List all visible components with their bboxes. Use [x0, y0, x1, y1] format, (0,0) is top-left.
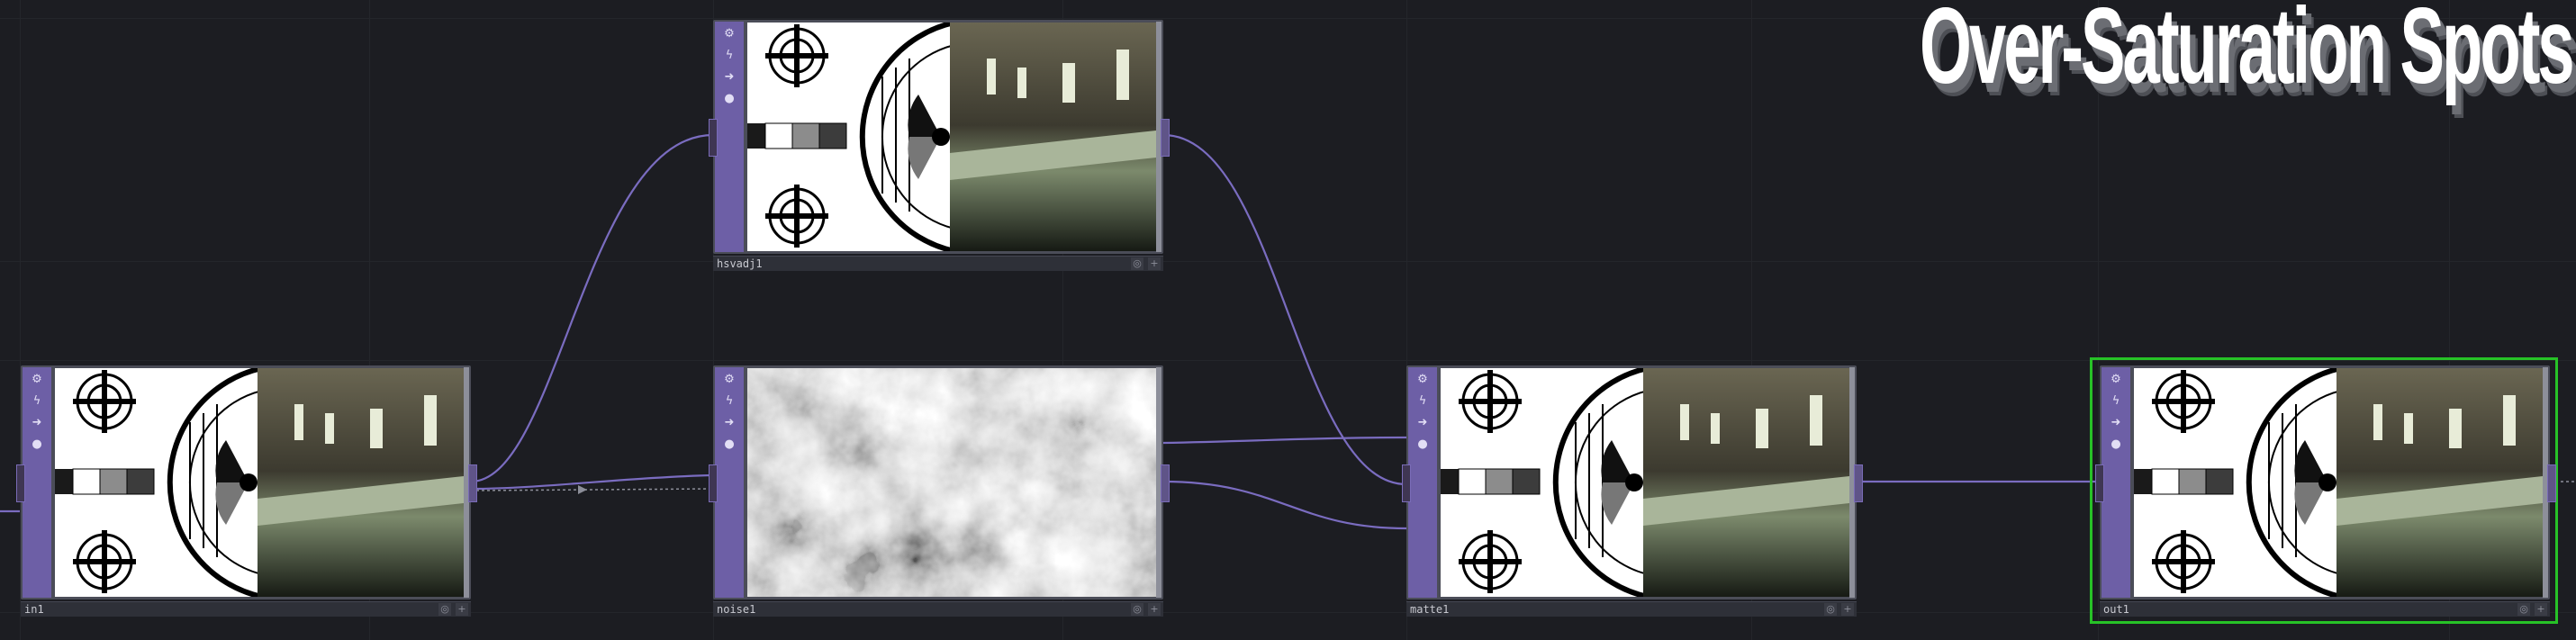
test-pattern-preview: [2134, 368, 2543, 597]
node-add-icon[interactable]: +: [1841, 603, 1854, 616]
node-hsvadj1[interactable]: ⚙ ϟ ➜ ● hsvadj1 ◎ +: [709, 20, 1170, 272]
gear-icon[interactable]: ⚙: [722, 27, 737, 41]
output-port[interactable]: [1161, 119, 1170, 157]
lightning-icon[interactable]: ϟ: [722, 49, 737, 63]
node-frame: ⚙ ϟ ➜ ●: [713, 20, 1163, 254]
input-port[interactable]: [709, 464, 718, 502]
input-port[interactable]: [1402, 464, 1411, 502]
wire-hsvadj1-matte1: [1162, 133, 1407, 486]
node-display-toggle-icon[interactable]: ◎: [2517, 603, 2530, 616]
node-matte1[interactable]: ⚙ ϟ ➜ ● matte1 ◎ +: [1402, 365, 1863, 617]
wire-arrow-icon: [578, 485, 587, 494]
wire-in1-noise1-dotted: [470, 488, 714, 491]
node-add-icon[interactable]: +: [1148, 603, 1161, 616]
output-port[interactable]: [2547, 464, 2556, 502]
node-footer: hsvadj1 ◎ +: [713, 256, 1163, 271]
node-add-icon[interactable]: +: [2535, 603, 2547, 616]
node-footer: out1 ◎ +: [2100, 601, 2550, 617]
wire-in1-hsvadj1: [470, 133, 714, 483]
gear-icon[interactable]: ⚙: [2109, 373, 2123, 387]
node-footer: matte1 ◎ +: [1406, 601, 1857, 617]
node-out1[interactable]: ⚙ ϟ ➜ ● out1 ◎ +: [2095, 365, 2556, 617]
node-display-toggle-icon[interactable]: ◎: [1824, 603, 1837, 616]
input-port[interactable]: [16, 464, 25, 502]
lightning-icon[interactable]: ϟ: [1415, 394, 1430, 409]
node-icon-strip: ⚙ ϟ ➜ ●: [1408, 367, 1437, 598]
node-add-icon[interactable]: +: [1148, 257, 1161, 270]
node-name-label[interactable]: out1: [2103, 603, 2129, 616]
drop-icon[interactable]: ●: [1415, 437, 1430, 452]
node-display-toggle-icon[interactable]: ◎: [1131, 603, 1143, 616]
lightning-icon[interactable]: ϟ: [722, 394, 737, 409]
node-in1[interactable]: ⚙ ϟ ➜ ● in1 ◎ +: [16, 365, 477, 617]
arrow-icon[interactable]: ➜: [2109, 416, 2123, 430]
node-frame: ⚙ ϟ ➜ ●: [1406, 365, 1857, 599]
node-icon-strip: ⚙ ϟ ➜ ●: [23, 367, 51, 598]
arrow-icon[interactable]: ➜: [722, 70, 737, 85]
output-port[interactable]: [1854, 464, 1863, 502]
wire-noise1-matte1-b: [1162, 480, 1407, 530]
arrow-icon[interactable]: ➜: [30, 416, 44, 430]
node-noise1[interactable]: ⚙ ϟ ➜ ● noise1 ◎ +: [709, 365, 1170, 617]
node-frame: ⚙ ϟ ➜ ●: [21, 365, 471, 599]
lightning-icon[interactable]: ϟ: [2109, 394, 2123, 409]
node-name-label[interactable]: hsvadj1: [717, 257, 763, 270]
wire-noise1-matte1-a: [1162, 436, 1407, 445]
gear-icon[interactable]: ⚙: [722, 373, 737, 387]
node-display-toggle-icon[interactable]: ◎: [438, 603, 451, 616]
gear-icon[interactable]: ⚙: [30, 373, 44, 387]
node-icon-strip: ⚙ ϟ ➜ ●: [2101, 367, 2130, 598]
input-port[interactable]: [709, 119, 718, 157]
arrow-icon[interactable]: ➜: [722, 416, 737, 430]
node-footer: noise1 ◎ +: [713, 601, 1163, 617]
output-port[interactable]: [1161, 464, 1170, 502]
test-pattern-preview: [1441, 368, 1849, 597]
drop-icon[interactable]: ●: [722, 437, 737, 452]
gear-icon[interactable]: ⚙: [1415, 373, 1430, 387]
page-title: Over-Saturation Spots: [1920, 0, 2576, 106]
drop-icon[interactable]: ●: [30, 437, 44, 452]
drop-icon[interactable]: ●: [2109, 437, 2123, 452]
node-frame: ⚙ ϟ ➜ ●: [2100, 365, 2550, 599]
test-pattern-preview: [747, 23, 1156, 251]
node-display-toggle-icon[interactable]: ◎: [1131, 257, 1143, 270]
node-icon-strip: ⚙ ϟ ➜ ●: [715, 22, 744, 252]
output-port[interactable]: [468, 464, 477, 502]
node-name-label[interactable]: noise1: [717, 603, 755, 616]
drop-icon[interactable]: ●: [722, 92, 737, 106]
node-icon-strip: ⚙ ϟ ➜ ●: [715, 367, 744, 598]
test-pattern-preview: [55, 368, 464, 597]
lightning-icon[interactable]: ϟ: [30, 394, 44, 409]
network-editor[interactable]: ⚙ ϟ ➜ ● in1 ◎ + ⚙ ϟ ➜ ● hsvadj1 ◎ + ⚙ ϟ ➜ ● noise1 ◎ + ⚙ ϟ ➜ ● ma…: [0, 0, 2576, 640]
arrow-icon[interactable]: ➜: [1415, 416, 1430, 430]
node-name-label[interactable]: in1: [24, 603, 44, 616]
wire-in1-noise1: [470, 473, 714, 491]
node-frame: ⚙ ϟ ➜ ●: [713, 365, 1163, 599]
input-port[interactable]: [2095, 464, 2104, 502]
noise-preview: [747, 368, 1156, 597]
node-add-icon[interactable]: +: [456, 603, 468, 616]
node-name-label[interactable]: matte1: [1410, 603, 1449, 616]
node-footer: in1 ◎ +: [21, 601, 471, 617]
